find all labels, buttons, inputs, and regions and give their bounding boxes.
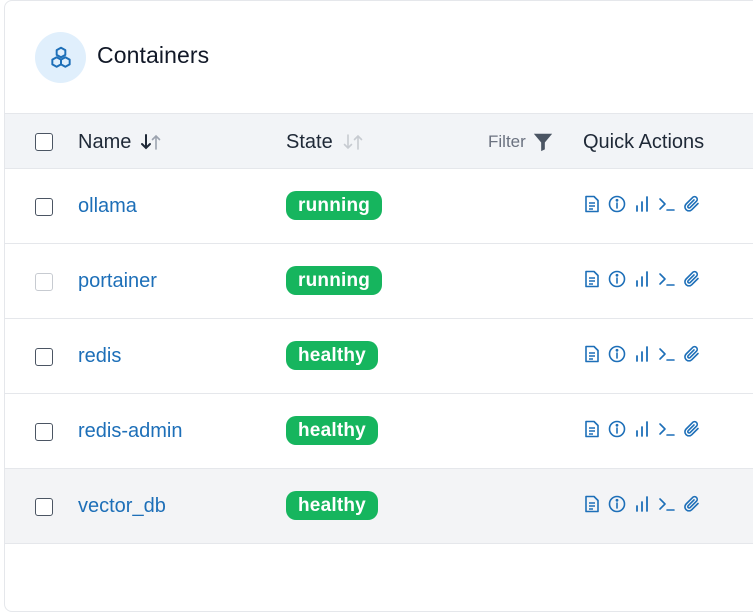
logs-icon[interactable] bbox=[583, 195, 601, 213]
inspect-icon[interactable] bbox=[608, 195, 626, 213]
status-badge: running bbox=[286, 191, 383, 220]
console-icon[interactable] bbox=[658, 495, 676, 513]
sort-neutral-icon[interactable] bbox=[341, 132, 365, 152]
panel-header: Containers bbox=[5, 1, 753, 113]
logs-icon[interactable] bbox=[583, 345, 601, 363]
sort-desc-icon[interactable] bbox=[139, 132, 163, 152]
table-row: redis-admin healthy bbox=[5, 394, 753, 469]
inspect-icon[interactable] bbox=[608, 495, 626, 513]
column-state-label: State bbox=[286, 130, 333, 153]
page-title: Containers bbox=[97, 42, 210, 68]
attach-icon[interactable] bbox=[683, 420, 701, 438]
filter-icon[interactable] bbox=[532, 131, 554, 153]
column-state-header[interactable]: State bbox=[286, 114, 365, 170]
quick-actions bbox=[583, 343, 701, 365]
table-row: portainer running bbox=[5, 244, 753, 319]
row-checkbox[interactable] bbox=[35, 198, 53, 216]
inspect-icon[interactable] bbox=[608, 345, 626, 363]
table-row: ollama running bbox=[5, 169, 753, 244]
table-header: Name State Filter Quick Actions bbox=[5, 113, 753, 169]
status-badge: running bbox=[286, 266, 383, 295]
column-name-header[interactable]: Name bbox=[78, 114, 163, 170]
stats-icon[interactable] bbox=[633, 345, 651, 363]
container-name-link[interactable]: redis-admin bbox=[78, 394, 182, 469]
column-quick-actions-header: Quick Actions bbox=[583, 114, 704, 170]
containers-panel: Containers Name State Filter Quick Actio… bbox=[4, 0, 753, 612]
quick-actions bbox=[583, 418, 701, 440]
row-checkbox[interactable] bbox=[35, 423, 53, 441]
table-row: vector_db healthy bbox=[5, 469, 753, 544]
row-checkbox bbox=[35, 273, 53, 291]
quick-actions bbox=[583, 268, 701, 290]
status-badge: healthy bbox=[286, 341, 378, 370]
container-name-link[interactable]: portainer bbox=[78, 244, 157, 319]
inspect-icon[interactable] bbox=[608, 420, 626, 438]
container-name-link[interactable]: vector_db bbox=[78, 469, 166, 544]
console-icon[interactable] bbox=[658, 195, 676, 213]
container-name-link[interactable]: ollama bbox=[78, 169, 137, 244]
stats-icon[interactable] bbox=[633, 420, 651, 438]
row-checkbox[interactable] bbox=[35, 348, 53, 366]
status-badge: healthy bbox=[286, 491, 378, 520]
row-checkbox[interactable] bbox=[35, 498, 53, 516]
attach-icon[interactable] bbox=[683, 195, 701, 213]
state-filter[interactable]: Filter bbox=[488, 114, 554, 170]
logs-icon[interactable] bbox=[583, 420, 601, 438]
stats-icon[interactable] bbox=[633, 270, 651, 288]
attach-icon[interactable] bbox=[683, 345, 701, 363]
container-name-link[interactable]: redis bbox=[78, 319, 121, 394]
console-icon[interactable] bbox=[658, 420, 676, 438]
console-icon[interactable] bbox=[658, 345, 676, 363]
column-name-label: Name bbox=[78, 130, 132, 153]
console-icon[interactable] bbox=[658, 270, 676, 288]
status-badge: healthy bbox=[286, 416, 378, 445]
quick-actions bbox=[583, 193, 701, 215]
attach-icon[interactable] bbox=[683, 495, 701, 513]
select-all-checkbox[interactable] bbox=[35, 133, 53, 151]
cubes-icon bbox=[50, 46, 71, 68]
column-quick-actions-label: Quick Actions bbox=[583, 130, 705, 153]
header-icon-circle bbox=[35, 32, 86, 83]
stats-icon[interactable] bbox=[633, 195, 651, 213]
logs-icon[interactable] bbox=[583, 495, 601, 513]
filter-label: Filter bbox=[488, 132, 526, 151]
attach-icon[interactable] bbox=[683, 270, 701, 288]
table-row: redis healthy bbox=[5, 319, 753, 394]
stats-icon[interactable] bbox=[633, 495, 651, 513]
inspect-icon[interactable] bbox=[608, 270, 626, 288]
logs-icon[interactable] bbox=[583, 270, 601, 288]
quick-actions bbox=[583, 493, 701, 515]
